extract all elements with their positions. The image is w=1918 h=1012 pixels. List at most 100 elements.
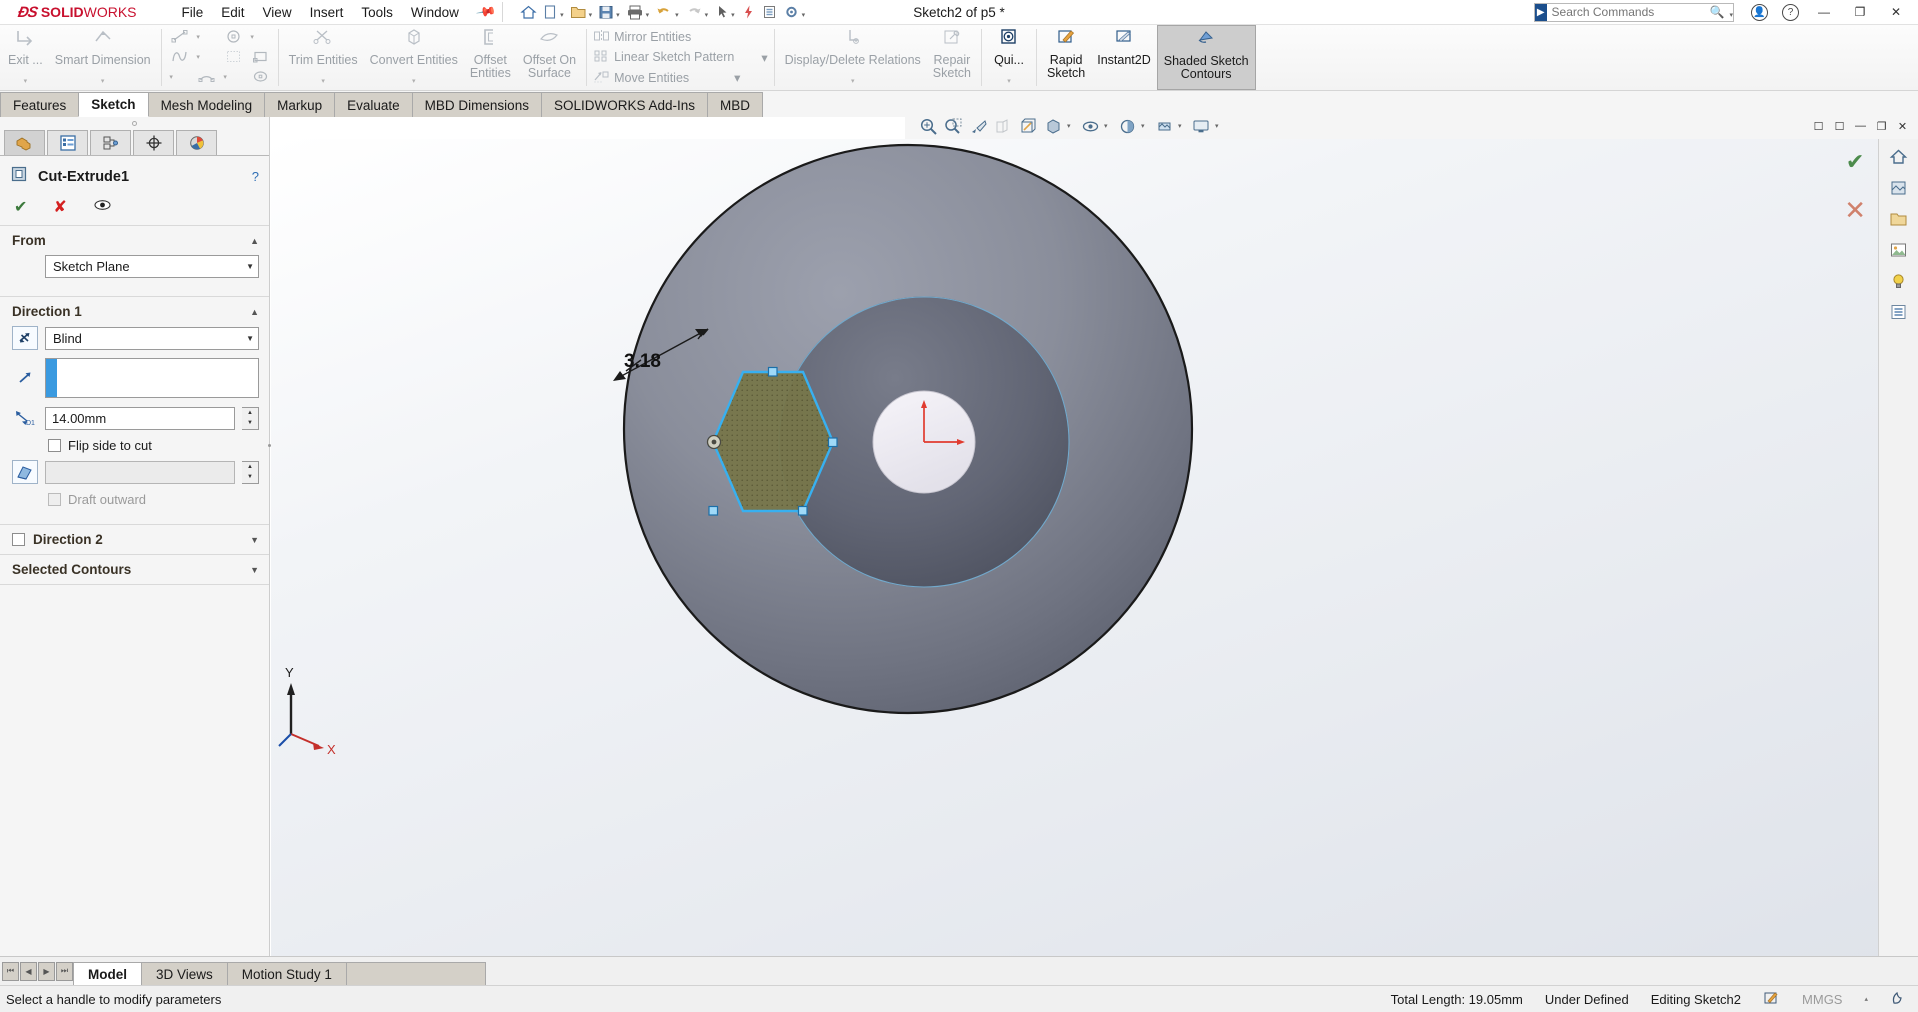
draft-angle-icon[interactable] <box>12 460 38 484</box>
depth-stepper-down[interactable]: ▼ <box>242 418 258 429</box>
display-style-icon[interactable] <box>1042 115 1064 137</box>
direction-vector-field[interactable] <box>45 358 259 398</box>
doc-window-minimize-button[interactable]: — <box>1851 117 1870 136</box>
window-minimize-button[interactable]: — <box>1806 0 1842 25</box>
view-orientation-icon[interactable] <box>1017 115 1039 137</box>
doc-window-tile-button[interactable]: ☐ <box>1809 117 1828 136</box>
tab-markup[interactable]: Markup <box>264 92 336 117</box>
search-icon[interactable]: 🔍 <box>1707 5 1728 19</box>
view-settings-icon[interactable] <box>1190 115 1212 137</box>
file-properties-icon[interactable] <box>759 2 780 22</box>
draft-angle-stepper[interactable]: ▲ ▼ <box>242 460 259 484</box>
search-caret[interactable]: ▾ <box>1729 11 1733 19</box>
print-caret[interactable]: ▾ <box>646 11 650 19</box>
flip-side-to-cut-checkbox[interactable] <box>48 439 61 452</box>
tab-mbd[interactable]: MBD <box>707 92 763 117</box>
depth-stepper[interactable]: ▲ ▼ <box>242 406 259 430</box>
select-caret[interactable]: ▾ <box>731 11 735 19</box>
section-view-icon[interactable] <box>992 115 1014 137</box>
confirm-ok-icon[interactable]: ✔ <box>1846 149 1864 175</box>
exit-sketch-caret[interactable]: ▾ <box>24 76 28 91</box>
menu-view[interactable]: View <box>254 2 301 23</box>
save-caret[interactable]: ▾ <box>616 11 620 19</box>
apply-scene-caret[interactable]: ▾ <box>1178 122 1187 130</box>
previous-view-icon[interactable] <box>967 115 989 137</box>
menu-insert[interactable]: Insert <box>301 2 353 23</box>
save-icon[interactable]: ▾ <box>595 2 623 22</box>
menu-edit[interactable]: Edit <box>212 2 253 23</box>
instant2d-button[interactable]: Instant2D <box>1091 25 1157 90</box>
display-delete-relations-caret[interactable]: ▾ <box>851 76 855 91</box>
draft-outward-checkbox[interactable] <box>48 493 61 506</box>
accept-button[interactable]: ✔ <box>14 197 27 217</box>
linear-sketch-pattern-button[interactable]: Linear Sketch Pattern ▾ <box>593 47 768 67</box>
ellipse-icon[interactable] <box>247 67 274 86</box>
direction2-checkbox[interactable] <box>12 533 25 546</box>
spline-icon[interactable] <box>166 47 193 66</box>
hide-show-items-caret[interactable]: ▾ <box>1104 122 1113 130</box>
draft-angle-field[interactable] <box>45 460 235 484</box>
chevron-down-icon-sc[interactable]: ▼ <box>250 565 259 575</box>
spline-dropdown-caret[interactable]: ▾ <box>193 47 204 66</box>
move-entities-button[interactable]: Move Entities ▾ <box>593 68 768 88</box>
smart-dimension-caret[interactable]: ▾ <box>101 76 105 91</box>
section-direction2-header[interactable]: Direction 2 ▼ <box>0 525 269 554</box>
model-viewport[interactable]: 3.18 Y X <box>271 139 1918 956</box>
window-close-button[interactable]: ✕ <box>1878 0 1914 25</box>
new-file-icon[interactable]: ▾ <box>540 2 567 22</box>
edit-appearance-icon[interactable] <box>1116 115 1138 137</box>
arc-icon[interactable] <box>193 67 220 86</box>
doc-window-maximize-button[interactable]: ❐ <box>1872 117 1891 136</box>
bottom-tab-3d-views[interactable]: 3D Views <box>141 962 228 985</box>
end-condition-select[interactable]: Blind ▼ <box>45 326 259 350</box>
convert-entities-button[interactable]: Convert Entities ▾ <box>364 25 464 90</box>
chevron-up-icon[interactable]: ▲ <box>250 236 259 246</box>
status-units-caret[interactable]: ▴ <box>1864 995 1868 1003</box>
draft-stepper-up[interactable]: ▲ <box>242 462 258 473</box>
display-style-caret[interactable]: ▾ <box>1067 122 1076 130</box>
print-icon[interactable]: ▾ <box>623 2 653 22</box>
search-scope-icon[interactable]: ▶ <box>1535 3 1547 21</box>
scenes-folder-icon[interactable] <box>1886 207 1912 231</box>
panel-grip[interactable] <box>0 117 269 129</box>
menu-tools[interactable]: Tools <box>352 2 402 23</box>
move-entities-caret[interactable]: ▾ <box>734 70 740 85</box>
shaded-sketch-contours-button[interactable]: Shaded Sketch Contours <box>1156 25 1256 90</box>
new-file-caret[interactable]: ▾ <box>560 11 564 19</box>
view-home-icon[interactable] <box>1886 145 1912 169</box>
tab-solidworks-add-ins[interactable]: SOLIDWORKS Add-Ins <box>540 92 708 117</box>
user-account-icon[interactable]: 👤 <box>1751 3 1768 21</box>
new-document-icon[interactable] <box>517 2 540 22</box>
graphics-area[interactable]: 3.18 Y X ✔ ✕ <box>271 139 1918 956</box>
property-manager-tab[interactable] <box>47 130 88 155</box>
doc-window-restore-button[interactable]: ☐ <box>1830 117 1849 136</box>
confirm-cancel-icon[interactable]: ✕ <box>1844 195 1866 226</box>
bottom-tab-motion-study-1[interactable]: Motion Study 1 <box>226 962 347 985</box>
undo-caret[interactable]: ▾ <box>675 11 679 19</box>
hexagon-center-point[interactable] <box>706 434 722 450</box>
cancel-button[interactable]: ✘ <box>53 197 66 217</box>
zoom-to-area-icon[interactable] <box>942 115 964 137</box>
prev-page-button[interactable]: ◀ <box>20 961 37 981</box>
tab-mbd-dimensions[interactable]: MBD Dimensions <box>411 92 542 117</box>
bottom-tab-model[interactable]: Model <box>73 962 142 985</box>
rectangle-dropdown-caret[interactable]: ▾ <box>166 67 177 86</box>
draft-outward-row[interactable]: Draft outward <box>12 492 259 507</box>
tab-mesh-modeling[interactable]: Mesh Modeling <box>147 92 266 117</box>
tab-features[interactable]: Features <box>0 92 80 117</box>
hide-show-items-icon[interactable] <box>1079 115 1101 137</box>
quick-snaps-button[interactable]: Qui... ▾ <box>986 25 1032 90</box>
rapid-sketch-button[interactable]: Rapid Sketch <box>1041 25 1091 90</box>
doc-window-close-button[interactable]: ✕ <box>1893 117 1912 136</box>
menu-file[interactable]: File <box>173 2 213 23</box>
help-icon[interactable]: ? <box>1782 3 1799 21</box>
reverse-direction-icon[interactable] <box>12 326 38 350</box>
section-from-header[interactable]: From ▲ <box>0 226 269 255</box>
options-caret[interactable]: ▾ <box>802 11 806 19</box>
menu-window[interactable]: Window <box>402 2 468 23</box>
tab-evaluate[interactable]: Evaluate <box>334 92 413 117</box>
preview-button[interactable] <box>93 198 112 217</box>
select-icon[interactable]: ▾ <box>711 2 738 22</box>
section-selected-contours-header[interactable]: Selected Contours ▼ <box>0 555 269 584</box>
draft-stepper-down[interactable]: ▼ <box>242 472 258 483</box>
